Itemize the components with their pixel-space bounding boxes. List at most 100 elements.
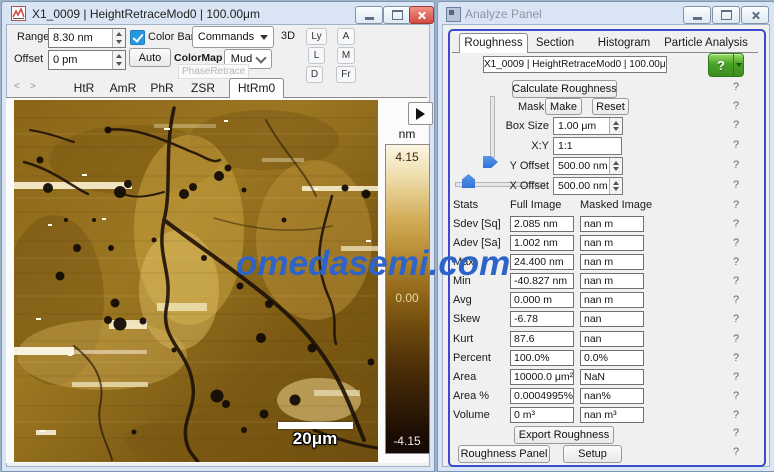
help-button[interactable]: ? — [708, 53, 744, 77]
full-value[interactable]: 10000.0 μm² — [510, 369, 574, 385]
help-mark[interactable]: ? — [730, 119, 742, 131]
help-mark[interactable]: ? — [730, 237, 742, 249]
full-value[interactable]: 100.0% — [510, 350, 574, 366]
x-offset-input[interactable]: 500.00 nm — [553, 177, 623, 195]
help-mark[interactable]: ? — [730, 256, 742, 268]
setup-button[interactable]: Setup — [563, 445, 622, 463]
commands-dropdown[interactable]: Commands — [192, 26, 274, 48]
colorbar-max: 4.15 — [385, 150, 429, 164]
help-mark[interactable]: ? — [730, 409, 742, 421]
y-offset-spinner[interactable] — [609, 158, 622, 174]
masked-value[interactable]: nan m — [580, 292, 644, 308]
range-input[interactable]: 8.30 nm — [48, 28, 126, 48]
close-button[interactable] — [741, 6, 769, 24]
masked-image-header: Masked Image — [580, 199, 652, 211]
help-mark[interactable]: ? — [730, 139, 742, 151]
mask-make-button[interactable]: Make — [545, 98, 582, 115]
help-mark[interactable]: ? — [730, 427, 742, 439]
colorbar-min: -4.15 — [385, 434, 429, 448]
tab-roughness[interactable]: Roughness — [459, 33, 528, 53]
masked-value[interactable]: nan m — [580, 235, 644, 251]
full-value[interactable]: 2.085 nm — [510, 216, 574, 232]
full-value[interactable]: 24.400 nm — [510, 254, 574, 270]
masked-value[interactable]: 0.0% — [580, 350, 644, 366]
help-mark[interactable]: ? — [730, 199, 742, 211]
x-offset-spinner[interactable] — [609, 178, 622, 194]
full-value[interactable]: 0 m³ — [510, 407, 574, 423]
full-image-header: Full Image — [510, 199, 561, 211]
masked-value[interactable]: nan m — [580, 216, 644, 232]
help-mark[interactable]: ? — [730, 159, 742, 171]
help-mark[interactable]: ? — [730, 275, 742, 287]
source-field[interactable]: X1_0009 | HeightRetraceMod0 | 100.00μm — [483, 56, 667, 73]
help-mark[interactable]: ? — [730, 313, 742, 325]
panel-icon — [446, 7, 461, 22]
button-d[interactable]: D — [306, 66, 323, 83]
close-icon — [417, 11, 426, 20]
help-mark[interactable]: ? — [730, 100, 742, 112]
help-mark[interactable]: ? — [730, 218, 742, 230]
full-value[interactable]: -6.78 — [510, 311, 574, 327]
box-size-spinner[interactable] — [609, 118, 622, 134]
tab-section[interactable]: Section — [530, 37, 580, 49]
play-button[interactable] — [408, 102, 433, 125]
mask-reset-button[interactable]: Reset — [592, 98, 629, 115]
help-mark[interactable]: ? — [730, 294, 742, 306]
offset-input[interactable]: 0 pm — [48, 50, 126, 70]
tab-baseline — [6, 97, 427, 98]
help-mark[interactable]: ? — [730, 371, 742, 383]
roughness-panel-button[interactable]: Roughness Panel — [458, 445, 550, 463]
help-mark[interactable]: ? — [730, 179, 742, 191]
help-mark[interactable]: ? — [730, 352, 742, 364]
maximize-button[interactable] — [712, 6, 740, 24]
minimize-button[interactable] — [683, 6, 711, 24]
layer-ly-button[interactable]: Ly — [306, 28, 327, 45]
minimize-button[interactable] — [355, 6, 383, 24]
button-a[interactable]: A — [337, 28, 355, 45]
tab-htrm0[interactable]: HtRm0 — [229, 78, 284, 98]
masked-value[interactable]: NaN — [580, 369, 644, 385]
full-value[interactable]: 1.002 nm — [510, 235, 574, 251]
masked-value[interactable]: nan m³ — [580, 407, 644, 423]
range-spinner[interactable] — [112, 29, 125, 47]
full-value[interactable]: 87.6 — [510, 331, 574, 347]
tab-htr[interactable]: HtR — [62, 81, 106, 95]
view-3d-button[interactable]: 3D — [281, 30, 295, 42]
full-value[interactable]: 0.000 m — [510, 292, 574, 308]
spinner-up-icon — [613, 121, 619, 125]
auto-button[interactable]: Auto — [129, 48, 171, 67]
colormap-label: ColorMap — [174, 52, 222, 64]
export-roughness-button[interactable]: Export Roughness — [514, 426, 614, 444]
tab-zsr[interactable]: ZSR — [181, 81, 225, 95]
check-icon — [132, 31, 143, 43]
masked-value[interactable]: nan% — [580, 388, 644, 404]
full-value[interactable]: -40.827 nm — [510, 273, 574, 289]
button-l[interactable]: L — [308, 47, 325, 64]
calculate-roughness-button[interactable]: Calculate Roughness — [512, 80, 617, 98]
tab-phr[interactable]: PhR — [140, 81, 184, 95]
tab-histogram[interactable]: Histogram — [592, 37, 656, 49]
masked-value[interactable]: nan m — [580, 254, 644, 270]
xy-input[interactable]: 1:1 — [553, 137, 622, 155]
help-mark[interactable]: ? — [730, 81, 742, 93]
button-m[interactable]: M — [337, 47, 355, 64]
tab-next-button[interactable]: > — [30, 81, 36, 92]
box-size-input[interactable]: 1.00 μm — [553, 117, 623, 135]
tab-prev-button[interactable]: < — [14, 81, 20, 92]
y-offset-input[interactable]: 500.00 nm — [553, 157, 623, 175]
help-mark[interactable]: ? — [730, 390, 742, 402]
help-dropdown[interactable] — [733, 54, 743, 76]
masked-value[interactable]: nan — [580, 311, 644, 327]
button-fr[interactable]: Fr — [336, 66, 356, 83]
offset-spinner[interactable] — [112, 51, 125, 69]
color-bar-checkbox[interactable] — [130, 30, 145, 45]
full-value[interactable]: 0.0004995% — [510, 388, 574, 404]
maximize-button[interactable] — [383, 6, 411, 24]
tab-particle-analysis[interactable]: Particle Analysis — [660, 37, 752, 49]
help-mark[interactable]: ? — [730, 446, 742, 458]
tab-amr[interactable]: AmR — [101, 81, 145, 95]
close-button[interactable] — [409, 6, 434, 24]
help-mark[interactable]: ? — [730, 333, 742, 345]
masked-value[interactable]: nan m — [580, 273, 644, 289]
masked-value[interactable]: nan — [580, 331, 644, 347]
